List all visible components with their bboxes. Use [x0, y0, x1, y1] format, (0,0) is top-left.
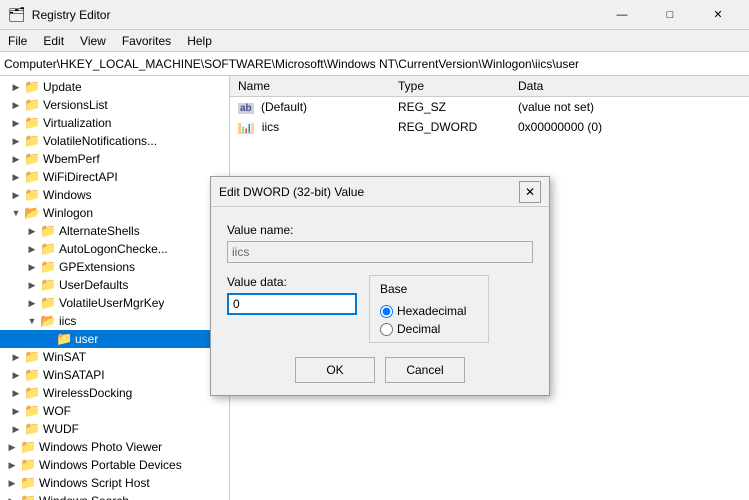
decimal-label: Decimal — [397, 322, 440, 336]
maximize-button[interactable]: □ — [647, 0, 693, 30]
menu-view[interactable]: View — [72, 32, 114, 50]
menu-favorites[interactable]: Favorites — [114, 32, 179, 50]
menu-file[interactable]: File — [0, 32, 35, 50]
address-path: Computer\HKEY_LOCAL_MACHINE\SOFTWARE\Mic… — [4, 57, 579, 71]
dialog-body: Value name: Value data: Base Hexadecimal — [211, 207, 549, 395]
title-bar-controls: — □ ✕ — [599, 0, 741, 30]
menu-edit[interactable]: Edit — [35, 32, 72, 50]
main-content: ▶ 📁 Update ▶ 📁 VersionsList ▶ 📁 Virtuali… — [0, 76, 749, 500]
base-group: Base Hexadecimal Decimal — [369, 275, 489, 343]
window-title: Registry Editor — [32, 8, 111, 22]
title-bar-left: 🗂 Registry Editor — [8, 6, 110, 23]
menu-bar: File Edit View Favorites Help — [0, 30, 749, 52]
value-data-input[interactable] — [227, 293, 357, 315]
value-data-label: Value data: — [227, 275, 357, 289]
dialog-close-button[interactable]: ✕ — [519, 181, 541, 203]
decimal-radio[interactable] — [380, 323, 393, 336]
app-icon: 🗂 — [8, 6, 26, 23]
ok-button[interactable]: OK — [295, 357, 375, 383]
dialog-buttons: OK Cancel — [227, 357, 533, 383]
close-button[interactable]: ✕ — [695, 0, 741, 30]
hexadecimal-label: Hexadecimal — [397, 304, 466, 318]
menu-help[interactable]: Help — [179, 32, 220, 50]
value-name-label: Value name: — [227, 223, 533, 237]
cancel-button[interactable]: Cancel — [385, 357, 465, 383]
value-name-input[interactable] — [227, 241, 533, 263]
minimize-button[interactable]: — — [599, 0, 645, 30]
address-bar: Computer\HKEY_LOCAL_MACHINE\SOFTWARE\Mic… — [0, 52, 749, 76]
dialog-title: Edit DWORD (32-bit) Value — [219, 185, 364, 199]
title-bar: 🗂 Registry Editor — □ ✕ — [0, 0, 749, 30]
value-data-group: Value data: — [227, 275, 357, 315]
hexadecimal-radio-label[interactable]: Hexadecimal — [380, 304, 478, 318]
base-label: Base — [380, 282, 478, 296]
dialog-overlay: Edit DWORD (32-bit) Value ✕ Value name: … — [0, 76, 749, 500]
decimal-radio-label[interactable]: Decimal — [380, 322, 478, 336]
dialog-title-bar: Edit DWORD (32-bit) Value ✕ — [211, 177, 549, 207]
edit-dword-dialog: Edit DWORD (32-bit) Value ✕ Value name: … — [210, 176, 550, 396]
dialog-data-row: Value data: Base Hexadecimal Decimal — [227, 275, 533, 343]
hexadecimal-radio[interactable] — [380, 305, 393, 318]
